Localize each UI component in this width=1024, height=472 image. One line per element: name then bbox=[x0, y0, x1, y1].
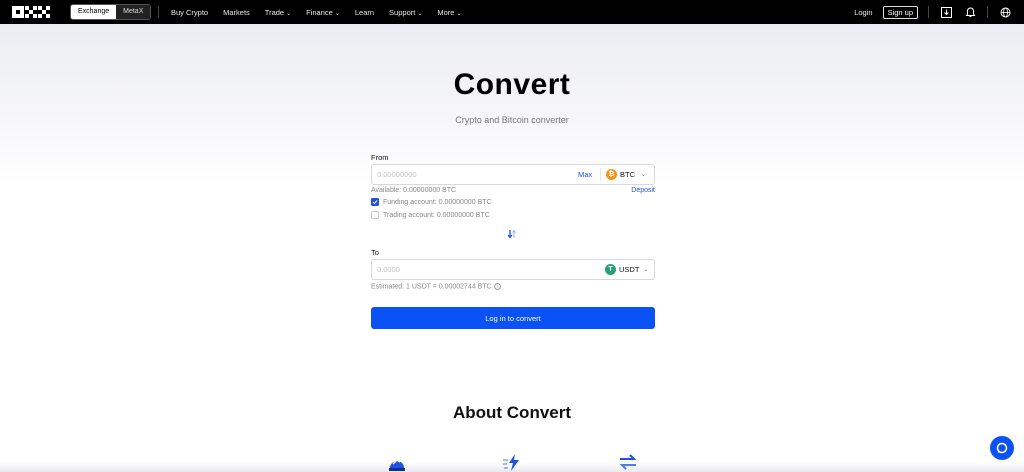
login-to-convert-button[interactable]: Log in to convert bbox=[371, 307, 655, 329]
from-field: Max ₿ BTC ⌄ bbox=[371, 164, 655, 185]
trading-account-checkbox[interactable] bbox=[371, 211, 379, 219]
from-amount-input[interactable] bbox=[372, 170, 562, 179]
lightning-feature-icon bbox=[502, 452, 524, 472]
btc-icon: ₿ bbox=[606, 169, 617, 180]
usdt-icon: T bbox=[605, 264, 616, 275]
page-title: Convert bbox=[453, 68, 571, 101]
login-link[interactable]: Login bbox=[854, 8, 872, 17]
field-divider bbox=[600, 168, 601, 181]
chevron-down-icon: ⌄ bbox=[417, 10, 423, 17]
nav-link-learn[interactable]: Learn bbox=[355, 8, 374, 17]
nav-link-label: Trade bbox=[264, 7, 285, 17]
from-coin-selector[interactable]: ₿ BTC ⌄ bbox=[606, 169, 646, 180]
swap-direction-icon[interactable] bbox=[506, 228, 518, 242]
hero-background bbox=[0, 24, 1024, 184]
from-label: From bbox=[371, 153, 389, 162]
nav-link-finance[interactable]: Finance ⌄ bbox=[306, 8, 340, 17]
deposit-link[interactable]: Deposit bbox=[631, 187, 655, 194]
funding-account-option[interactable]: Funding account: 0.00000000 BTC bbox=[371, 198, 492, 206]
available-balance: Available: 0.00000000 BTC bbox=[371, 187, 457, 194]
bell-icon[interactable] bbox=[963, 5, 977, 19]
top-navigation: Exchange MetaX Buy Crypto Markets Trade ⌄… bbox=[0, 0, 1024, 24]
estimated-rate-text: Estimated: 1 USDT = 0.00002744 BTC bbox=[371, 283, 492, 291]
funding-account-label: Funding account: 0.00000000 BTC bbox=[383, 198, 492, 206]
globe-icon[interactable] bbox=[998, 5, 1012, 19]
nav-link-support[interactable]: Support ⌄ bbox=[389, 8, 422, 17]
nav-link-label: Learn bbox=[354, 7, 375, 17]
chat-support-button[interactable] bbox=[990, 436, 1014, 460]
signup-button[interactable]: Sign up bbox=[882, 5, 918, 19]
exchange-feature-icon bbox=[617, 452, 639, 472]
nav-link-label: Support bbox=[389, 7, 416, 17]
nav-link-markets[interactable]: Markets bbox=[223, 8, 250, 17]
trading-account-label: Trading account: 0.00000000 BTC bbox=[383, 211, 490, 219]
to-field: T USDT ⌄ bbox=[371, 259, 655, 280]
exchange-tab[interactable]: Exchange bbox=[71, 5, 117, 19]
nav-links: Buy Crypto Markets Trade ⌄ Finance ⌄ Learn… bbox=[171, 0, 461, 24]
nav-right-divider bbox=[987, 6, 988, 18]
info-icon[interactable]: i bbox=[493, 283, 501, 290]
okx-logo[interactable] bbox=[12, 6, 50, 18]
trading-account-option[interactable]: Trading account: 0.00000000 BTC bbox=[371, 211, 490, 219]
nav-right-divider bbox=[928, 6, 929, 18]
chevron-down-icon: ⌄ bbox=[456, 10, 462, 17]
nav-link-label: Buy Crypto bbox=[171, 7, 209, 17]
nav-link-label: Markets bbox=[223, 7, 250, 17]
logo-letter-o bbox=[12, 6, 24, 18]
about-convert-heading: About Convert bbox=[452, 403, 572, 422]
metax-tab[interactable]: MetaX bbox=[116, 5, 151, 19]
chat-icon bbox=[996, 442, 1008, 454]
to-coin-selector[interactable]: T USDT ⌄ bbox=[605, 264, 648, 275]
to-coin-label: USDT bbox=[619, 265, 640, 274]
nav-divider bbox=[158, 6, 159, 18]
nav-link-trade[interactable]: Trade ⌄ bbox=[265, 8, 291, 17]
download-icon[interactable] bbox=[939, 5, 953, 19]
max-button[interactable]: Max bbox=[578, 170, 592, 179]
from-coin-label: BTC bbox=[620, 170, 635, 179]
nav-link-label: Finance bbox=[306, 7, 333, 17]
chevron-down-icon: ⌄ bbox=[641, 172, 647, 178]
exchange-metax-switcher: Exchange MetaX bbox=[70, 4, 152, 20]
nav-link-more[interactable]: More ⌄ bbox=[437, 8, 461, 17]
chevron-down-icon: ⌄ bbox=[334, 10, 340, 17]
nav-right: Login Sign up bbox=[854, 0, 1012, 24]
page-subtitle: Crypto and Bitcoin converter bbox=[455, 115, 569, 125]
logo-letter-k bbox=[25, 6, 37, 18]
to-amount-input[interactable] bbox=[372, 265, 562, 274]
fee-feature-icon bbox=[386, 452, 408, 472]
estimated-rate: Estimated: 1 USDT = 0.00002744 BTC i bbox=[371, 283, 501, 290]
chevron-down-icon: ⌄ bbox=[643, 267, 649, 273]
nav-link-buy-crypto[interactable]: Buy Crypto bbox=[171, 8, 208, 17]
nav-link-label: More bbox=[437, 7, 455, 17]
funding-account-checkbox[interactable] bbox=[371, 198, 379, 206]
chevron-down-icon: ⌄ bbox=[286, 10, 292, 17]
to-label: To bbox=[371, 248, 379, 257]
logo-letter-x bbox=[38, 6, 50, 18]
